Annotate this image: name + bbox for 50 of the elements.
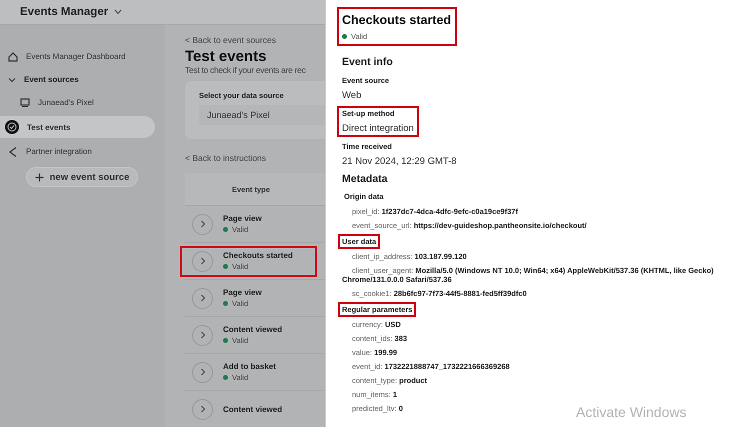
event-name: Content viewed [223, 325, 282, 334]
expand-button[interactable] [192, 288, 213, 308]
expand-button[interactable] [192, 324, 213, 346]
chevron-right-icon [200, 220, 206, 228]
activation-notice: Activate Windows [576, 404, 686, 420]
chevron-right-icon [200, 294, 206, 302]
share-icon [8, 146, 18, 158]
app-switcher[interactable]: Events Manager [20, 6, 122, 18]
panel-title: Checkouts started [342, 13, 452, 27]
chevron-down-icon [114, 9, 122, 15]
event-name: Page view [223, 214, 262, 223]
event-name: Checkouts started [223, 251, 293, 260]
sidebar-item[interactable]: Event sources [0, 68, 155, 91]
expand-button[interactable] [192, 214, 213, 234]
status-dot [223, 227, 228, 232]
event-name: Add to basket [223, 362, 276, 371]
back-link[interactable]: < Back to event sources [185, 35, 325, 47]
sidebar-item[interactable]: Partner integration [0, 140, 155, 163]
status-dot [223, 264, 228, 269]
chevron-right-icon [200, 257, 206, 265]
monitor-icon [20, 98, 30, 107]
chevron-right-icon [200, 368, 206, 376]
chevron-down-icon [8, 76, 16, 84]
sidebar-item[interactable]: Events Manager Dashboard [0, 45, 155, 68]
back-link[interactable]: < Back to instructions [185, 153, 325, 165]
status-dot [223, 338, 228, 343]
sidebar-item[interactable]: Junaead's Pixel [0, 91, 155, 114]
event-name: Content viewed [223, 404, 282, 414]
plus-icon [34, 172, 44, 182]
source-dropdown[interactable]: Junaead's Pixel [199, 105, 325, 125]
field-value: Web [342, 90, 362, 101]
new-source-button[interactable]: new event source [26, 167, 138, 187]
page-title: Test events [185, 48, 268, 65]
expand-button[interactable] [192, 398, 213, 420]
section-heading: Metadata [342, 173, 389, 185]
chevron-right-icon [200, 331, 206, 339]
section-heading: Event info [342, 56, 394, 68]
chevron-right-icon [200, 405, 206, 413]
status-dot [342, 34, 347, 39]
event-name: Page view [223, 288, 262, 297]
home-icon [8, 52, 18, 62]
check-circle-icon [5, 120, 19, 134]
status-dot [223, 301, 228, 306]
sidebar-item[interactable]: Test events [0, 116, 155, 138]
status-dot [223, 375, 228, 380]
page-subtitle: Test to check if your events are rec [185, 65, 307, 75]
expand-button[interactable] [192, 250, 213, 272]
field-value: Direct integration [342, 123, 414, 134]
field-value: 21 Nov 2024, 12:29 GMT-8 [342, 156, 457, 167]
expand-button[interactable] [192, 362, 213, 382]
